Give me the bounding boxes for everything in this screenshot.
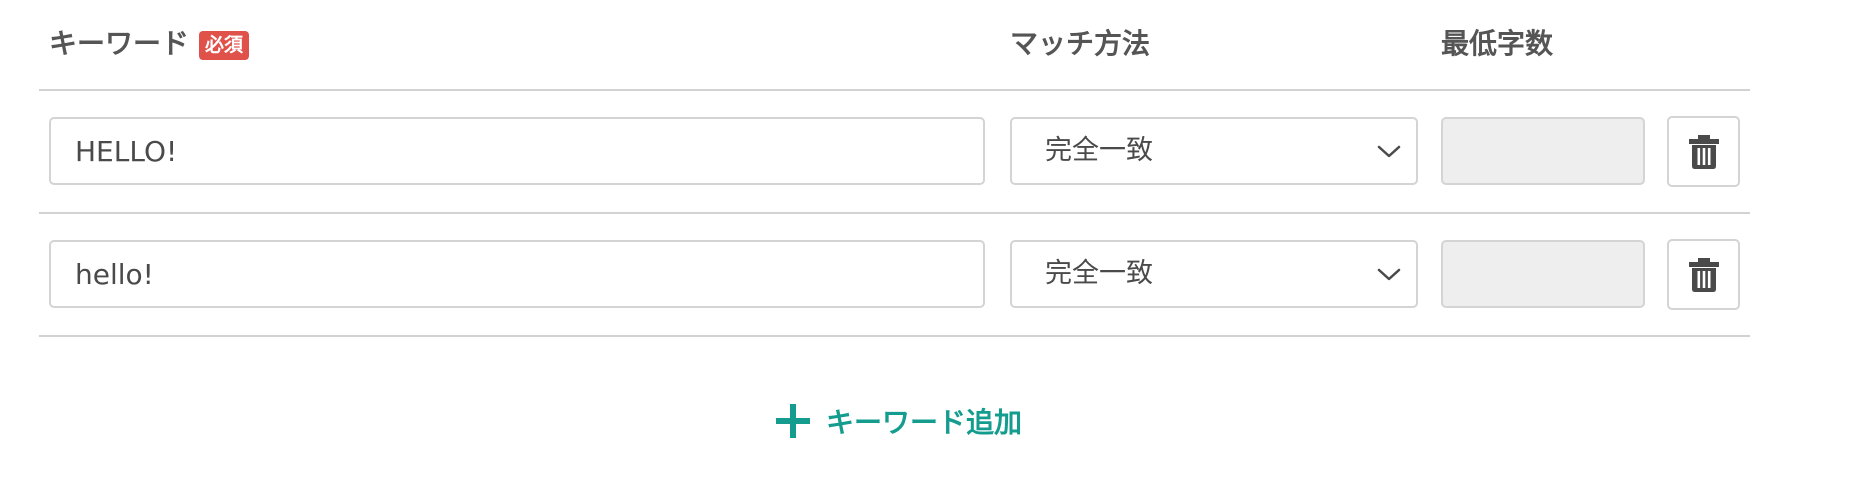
keyword-input[interactable]: [49, 117, 985, 185]
trash-icon: [1689, 258, 1719, 292]
keyword-column-header: キーワード: [49, 27, 190, 60]
min-chars-column-header: 最低字数: [1441, 27, 1554, 60]
trash-icon: [1689, 135, 1719, 169]
required-badge: 必須: [199, 31, 249, 60]
chevron-down-icon: [1377, 145, 1401, 158]
chevron-down-icon: [1377, 268, 1401, 281]
add-keyword-label: キーワード追加: [826, 406, 1023, 439]
match-method-column-header: マッチ方法: [1010, 27, 1151, 60]
match-method-select[interactable]: 完全一致: [1010, 240, 1418, 308]
row-divider: [39, 212, 1750, 214]
min-chars-input[interactable]: [1441, 117, 1645, 185]
add-keyword-button[interactable]: キーワード追加: [774, 399, 1022, 443]
header-divider: [39, 89, 1750, 91]
keyword-input[interactable]: [49, 240, 985, 308]
match-method-value: 完全一致: [1045, 135, 1153, 166]
min-chars-input[interactable]: [1441, 240, 1645, 308]
delete-row-button[interactable]: [1667, 116, 1740, 187]
plus-icon: [776, 404, 810, 438]
delete-row-button[interactable]: [1667, 239, 1740, 310]
match-method-value: 完全一致: [1045, 258, 1153, 289]
row-divider: [39, 335, 1750, 337]
match-method-select[interactable]: 完全一致: [1010, 117, 1418, 185]
